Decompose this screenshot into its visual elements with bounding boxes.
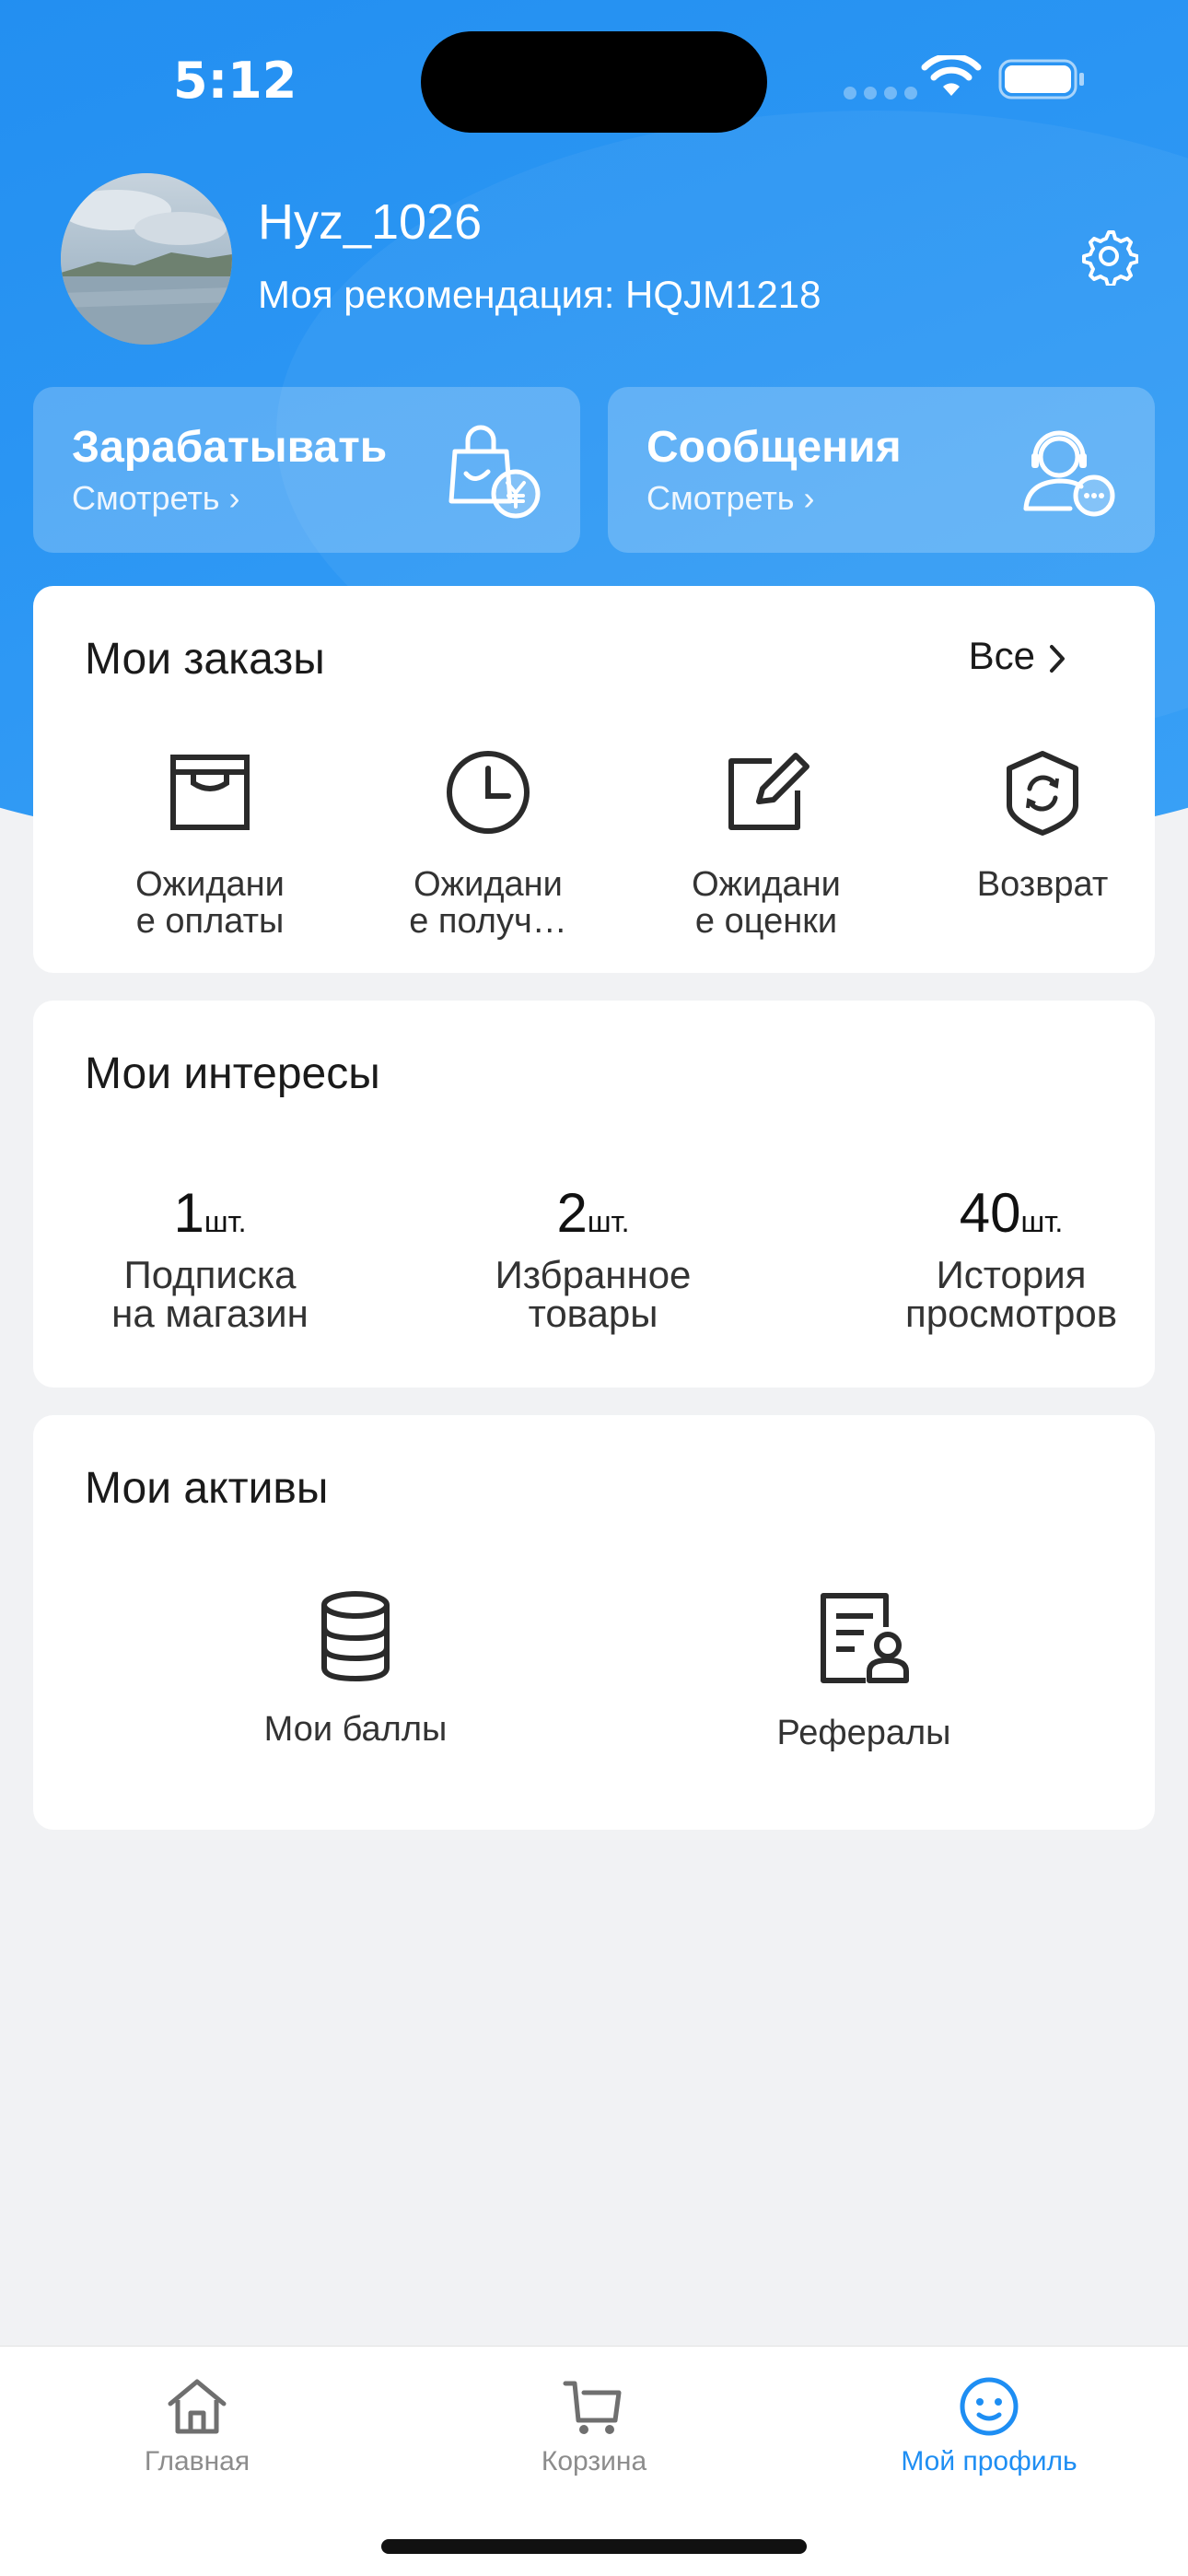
- interests-title: Мои интересы: [85, 1049, 380, 1098]
- messages-card[interactable]: Сообщения Смотреть ›: [608, 387, 1155, 553]
- database-icon: [321, 1591, 390, 1682]
- order-label-line2: е оплаты: [135, 902, 285, 941]
- cart-icon: [563, 2381, 622, 2434]
- asset-label: Рефералы: [776, 1714, 951, 1752]
- wifi-icon: [921, 55, 982, 96]
- tab-cart[interactable]: Корзина: [456, 2374, 732, 2477]
- asset-my-points[interactable]: Мои баллы: [236, 1590, 475, 1750]
- box-icon: [170, 755, 250, 830]
- interest-unit: шт.: [587, 1205, 630, 1238]
- asset-label: Мои баллы: [263, 1710, 448, 1749]
- messages-title: Сообщения: [646, 423, 902, 472]
- assets-title: Мои активы: [85, 1464, 329, 1513]
- gear-icon[interactable]: [1079, 227, 1138, 286]
- tab-home[interactable]: Главная: [59, 2374, 335, 2477]
- interest-count: 40: [959, 1182, 1021, 1244]
- referral-code[interactable]: Моя рекомендация: HQJM1218: [258, 273, 821, 317]
- status-time: 5:12: [173, 52, 297, 110]
- earn-view-link[interactable]: Смотреть ›: [72, 479, 240, 518]
- earn-title: Зарабатывать: [72, 423, 388, 472]
- order-label-line1: Ожидани: [692, 865, 841, 904]
- home-indicator: [381, 2539, 807, 2554]
- tab-my-profile[interactable]: Мой профиль: [851, 2374, 1127, 2477]
- orders-see-all[interactable]: Все: [969, 634, 1035, 678]
- interest-label-line2: товары: [528, 1292, 658, 1335]
- battery-icon: [998, 59, 1084, 100]
- orders-card: Мои заказы Все Ожидани е оплаты Ожидани: [33, 586, 1155, 973]
- referral-doc-icon: [821, 1593, 909, 1683]
- tab-label: Корзина: [541, 2446, 647, 2476]
- refund-shield-icon: [1007, 751, 1078, 836]
- clock-icon: [447, 751, 530, 834]
- profile-page: 5:12 Hyz_1026 Моя рекомендация: HQJM1218: [0, 0, 1188, 2576]
- interest-view-history[interactable]: 40шт. История просмотров: [873, 1181, 1149, 1333]
- orders-title: Мои заказы: [85, 635, 325, 684]
- tab-label: Главная: [144, 2446, 250, 2476]
- interest-label-line2: на магазин: [111, 1292, 309, 1335]
- home-icon: [168, 2379, 227, 2434]
- order-refund[interactable]: Возврат: [941, 748, 1144, 903]
- username: Hyz_1026: [258, 194, 483, 250]
- dynamic-island: [421, 31, 767, 133]
- shopping-bag-yen-icon: [448, 425, 541, 519]
- cellular-signal-icon: [844, 87, 917, 100]
- interest-label-line2: просмотров: [904, 1292, 1118, 1335]
- interest-favorite-products[interactable]: 2шт. Избранное товары: [455, 1181, 731, 1333]
- order-label-line2: е получ…: [409, 902, 567, 941]
- interest-unit: шт.: [1020, 1205, 1064, 1238]
- assets-card: Мои активы Мои баллы Рефералы: [33, 1415, 1155, 1830]
- earn-card[interactable]: Зарабатывать Смотреть ›: [33, 387, 580, 553]
- order-awaiting-review[interactable]: Ожидани е оценки: [665, 748, 868, 940]
- asset-referrals[interactable]: Рефералы: [744, 1590, 984, 1753]
- interest-label-line1: История: [936, 1253, 1087, 1296]
- interest-unit: шт.: [204, 1205, 247, 1238]
- interest-count: 2: [556, 1182, 588, 1244]
- order-awaiting-receipt[interactable]: Ожидани е получ…: [387, 748, 589, 940]
- interests-card: Мои интересы 1шт. Подписка на магазин 2ш…: [33, 1001, 1155, 1388]
- order-awaiting-payment[interactable]: Ожидани е оплаты: [109, 748, 311, 940]
- edit-icon: [728, 753, 809, 830]
- interest-label-line1: Подписка: [123, 1253, 297, 1296]
- messages-view-link[interactable]: Смотреть ›: [646, 479, 815, 518]
- order-label-line1: Ожидани: [413, 865, 563, 904]
- order-label-line1: Ожидани: [135, 865, 285, 904]
- interest-count: 1: [173, 1182, 204, 1244]
- order-label-line1: Возврат: [976, 865, 1109, 904]
- interest-store-subscriptions[interactable]: 1шт. Подписка на магазин: [72, 1181, 348, 1333]
- interest-label-line1: Избранное: [495, 1253, 692, 1296]
- chevron-right-icon[interactable]: [1046, 643, 1068, 674]
- support-agent-icon: [1023, 430, 1115, 517]
- avatar[interactable]: [61, 173, 232, 345]
- smile-icon: [960, 2377, 1019, 2436]
- tab-label: Мой профиль: [901, 2446, 1077, 2476]
- order-label-line2: е оценки: [694, 902, 838, 941]
